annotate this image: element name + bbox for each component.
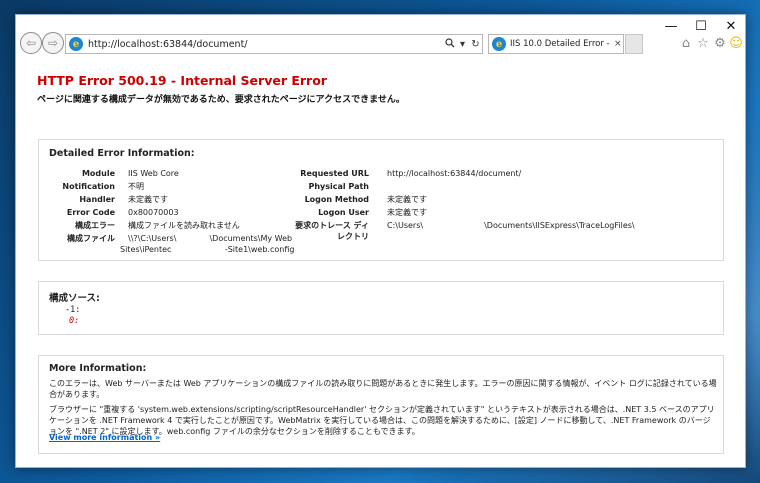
notification-label: Notification — [62, 182, 115, 191]
smiley-feedback-icon[interactable]: ☺ — [729, 37, 743, 51]
more-info-box: More Information: このエラーは、Web サーバーまたは Web… — [38, 355, 724, 454]
gear-icon[interactable]: ⚙ — [713, 37, 727, 51]
requested-url-value: http://localhost:63844/document/ — [387, 169, 522, 178]
requested-url-label: Requested URL — [300, 169, 369, 178]
config-file-label: 構成ファイル — [67, 234, 115, 243]
favorites-star-icon[interactable]: ☆ — [696, 37, 710, 51]
config-error-label: 構成エラー — [75, 221, 115, 230]
config-source-heading: 構成ソース: — [49, 293, 100, 304]
arrow-left-icon: ⇦ — [25, 36, 37, 50]
home-icon[interactable]: ⌂ — [679, 37, 693, 51]
error-code-label: Error Code — [66, 208, 115, 217]
physical-path-label: Physical Path — [308, 182, 369, 191]
title-bar: — ☐ ✕ ⇦ ⇨ e http://localhost:63844/docum… — [16, 15, 745, 67]
config-file-value-line2: Sites\iPentec -Site1\web.config — [120, 245, 295, 254]
view-more-information-link[interactable]: View more information » — [49, 432, 160, 443]
error-title: HTTP Error 500.19 - Internal Server Erro… — [37, 73, 327, 88]
handler-label: Handler — [79, 195, 115, 204]
new-tab-button[interactable] — [625, 34, 643, 54]
config-source-line2: 0: — [69, 316, 80, 326]
config-error-value: 構成ファイルを読み取れません — [128, 221, 240, 230]
handler-value: 未定義です — [128, 195, 168, 204]
browser-window: — ☐ ✕ ⇦ ⇨ e http://localhost:63844/docum… — [15, 14, 746, 468]
more-info-heading: More Information: — [49, 363, 147, 374]
detailed-error-box: Detailed Error Information: Module IIS W… — [38, 139, 724, 261]
error-subtitle: ページに関連する構成データが無効であるため、要求されたページにアクセスできません… — [37, 95, 405, 105]
notification-value: 不明 — [128, 182, 144, 191]
module-label: Module — [81, 169, 115, 178]
search-icon[interactable] — [443, 37, 456, 51]
config-file-value-line1: \\?\C:\Users\ \Documents\My Web — [128, 234, 293, 243]
logon-user-label: Logon User — [318, 208, 369, 217]
logon-method-value: 未定義です — [387, 195, 427, 204]
config-source-line1: -1: — [65, 305, 81, 315]
logon-user-value: 未定義です — [387, 208, 427, 217]
back-button[interactable]: ⇦ — [20, 32, 42, 54]
close-window-button[interactable]: ✕ — [716, 15, 745, 37]
config-source-box: 構成ソース: -1: 0: — [38, 281, 724, 335]
logon-method-label: Logon Method — [304, 195, 369, 204]
detailed-error-heading: Detailed Error Information: — [49, 148, 195, 159]
forward-button[interactable]: ⇨ — [42, 32, 64, 54]
refresh-icon[interactable]: ↻ — [469, 39, 482, 50]
trace-dir-label-line1: 要求のトレース ディ — [295, 221, 369, 230]
tab-ie-icon: e — [492, 37, 506, 51]
tab-title: IIS 10.0 Detailed Error - 500.... — [510, 39, 610, 49]
minimize-button[interactable]: — — [656, 15, 686, 37]
more-info-paragraph-1: このエラーは、Web サーバーまたは Web アプリケーションの構成ファイルの読… — [49, 379, 717, 399]
chevron-down-icon[interactable]: ▾ — [456, 39, 469, 50]
maximize-button[interactable]: ☐ — [686, 15, 716, 37]
tab-active[interactable]: e IIS 10.0 Detailed Error - 500.... × — [488, 34, 624, 54]
trace-dir-label-line2: レクトリ — [337, 232, 369, 241]
arrow-right-icon: ⇨ — [47, 36, 59, 50]
error-code-value: 0x80070003 — [128, 208, 179, 217]
address-bar[interactable]: e http://localhost:63844/document/ ▾ ↻ — [65, 34, 483, 54]
page-content: HTTP Error 500.19 - Internal Server Erro… — [16, 67, 745, 467]
ie-page-icon: e — [69, 37, 83, 51]
tab-close-icon[interactable]: × — [614, 39, 622, 49]
trace-dir-value: C:\Users\ \Documents\IISExpress\TraceLog… — [387, 221, 635, 230]
module-value: IIS Web Core — [128, 169, 179, 178]
url-text[interactable]: http://localhost:63844/document/ — [88, 39, 443, 50]
